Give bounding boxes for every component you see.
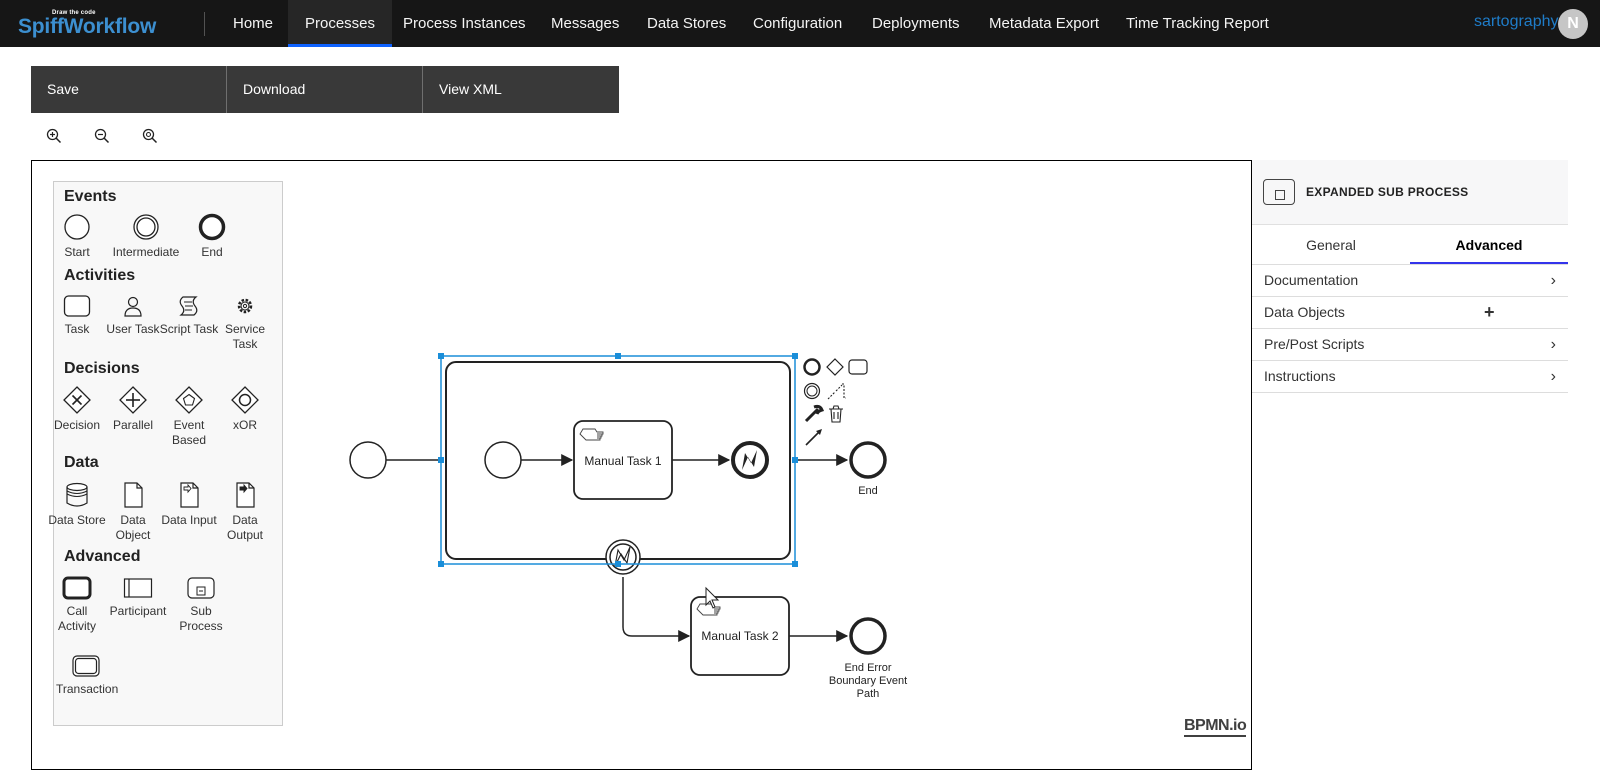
chevron-right-icon: › [1550,368,1556,385]
group-data-objects[interactable]: Data Objects + [1252,297,1568,329]
trash-icon[interactable] [829,405,843,423]
tab-general[interactable]: General [1252,226,1410,264]
resize-handle-n[interactable] [615,353,621,359]
resize-handle-e[interactable] [792,457,798,463]
manual-task-1-label: Manual Task 1 [584,454,661,468]
wrench-icon[interactable] [804,404,825,423]
add-icon[interactable]: + [1484,297,1495,328]
inner-start-event[interactable] [484,441,522,479]
bpmn-io-watermark[interactable]: BPMN.io [1184,717,1247,737]
end-error-label-line3: Path [857,688,880,700]
sequence-flow[interactable] [622,626,691,642]
download-button[interactable]: Download [227,66,423,113]
group-pre-post-scripts[interactable]: Pre/Post Scripts › [1252,329,1568,361]
nav-process-instances[interactable]: Process Instances [386,0,543,47]
logo-text: SpiffWorkflow [18,15,157,38]
group-label: Documentation [1264,272,1359,288]
group-label: Instructions [1264,368,1336,384]
error-end-event[interactable] [731,441,769,479]
resize-handle-s[interactable] [615,561,621,567]
append-gateway-icon[interactable] [826,358,844,376]
bpmn-canvas[interactable]: Events Start Intermediate End Activities… [31,160,1252,770]
end-event[interactable] [849,441,887,479]
nav-deployments[interactable]: Deployments [855,0,977,47]
tab-advanced[interactable]: Advanced [1410,226,1568,264]
resize-handle-sw[interactable] [438,561,444,567]
manual-task-2-label: Manual Task 2 [701,629,778,643]
resize-handle-se[interactable] [792,561,798,567]
end-event-label: End [858,485,878,497]
group-label: Data Objects [1264,304,1345,320]
resize-handle-ne[interactable] [792,353,798,359]
logo[interactable]: Draw the code SpiffWorkflow [18,6,173,40]
chevron-right-icon: › [1550,336,1556,353]
end-error-label-line2: Boundary Event [829,675,907,687]
nav-metadata-export[interactable]: Metadata Export [972,0,1116,47]
zoom-fit-icon[interactable] [142,128,158,144]
nav-time-tracking-report[interactable]: Time Tracking Report [1109,0,1286,47]
avatar[interactable]: N [1558,9,1588,39]
nav-divider [204,12,205,36]
properties-panel: EXPANDED SUB PROCESS General Advanced Do… [1252,160,1568,770]
properties-title: EXPANDED SUB PROCESS [1306,185,1469,199]
view-xml-button[interactable]: View XML [423,66,619,113]
group-instructions[interactable]: Instructions › [1252,361,1568,393]
properties-header: EXPANDED SUB PROCESS [1252,160,1568,225]
group-documentation[interactable]: Documentation › [1252,265,1568,297]
end-error-label-line1: End Error [844,662,891,674]
zoom-controls [46,128,158,144]
zoom-out-icon[interactable] [94,128,110,144]
append-end-event-icon[interactable] [803,358,821,376]
text-annotation-icon[interactable] [827,383,846,400]
group-label: Pre/Post Scripts [1264,336,1365,352]
nav-configuration[interactable]: Configuration [736,0,859,47]
nav-data-stores[interactable]: Data Stores [630,0,743,47]
resize-handle-nw[interactable] [438,353,444,359]
append-task-icon[interactable] [848,359,868,375]
nav-processes[interactable]: Processes [288,0,393,47]
chevron-right-icon: › [1550,272,1556,289]
connect-icon[interactable] [805,431,820,446]
user-name[interactable]: sartography [1474,13,1559,31]
bpmn-diagram: Manual Task 1 End Manual Task 2 End Erro… [349,353,907,700]
nav-messages[interactable]: Messages [534,0,636,47]
nav-home[interactable]: Home [216,0,290,47]
start-event[interactable] [349,441,387,479]
editor-toolbar: Save Download View XML [31,66,619,113]
save-button[interactable]: Save [31,66,227,113]
top-nav: Draw the code SpiffWorkflow Home Process… [0,0,1600,47]
resize-handle-w[interactable] [438,457,444,463]
zoom-in-icon[interactable] [46,128,62,144]
sub-process-icon [1263,179,1295,205]
end-error-boundary-path-event[interactable] [849,617,887,655]
